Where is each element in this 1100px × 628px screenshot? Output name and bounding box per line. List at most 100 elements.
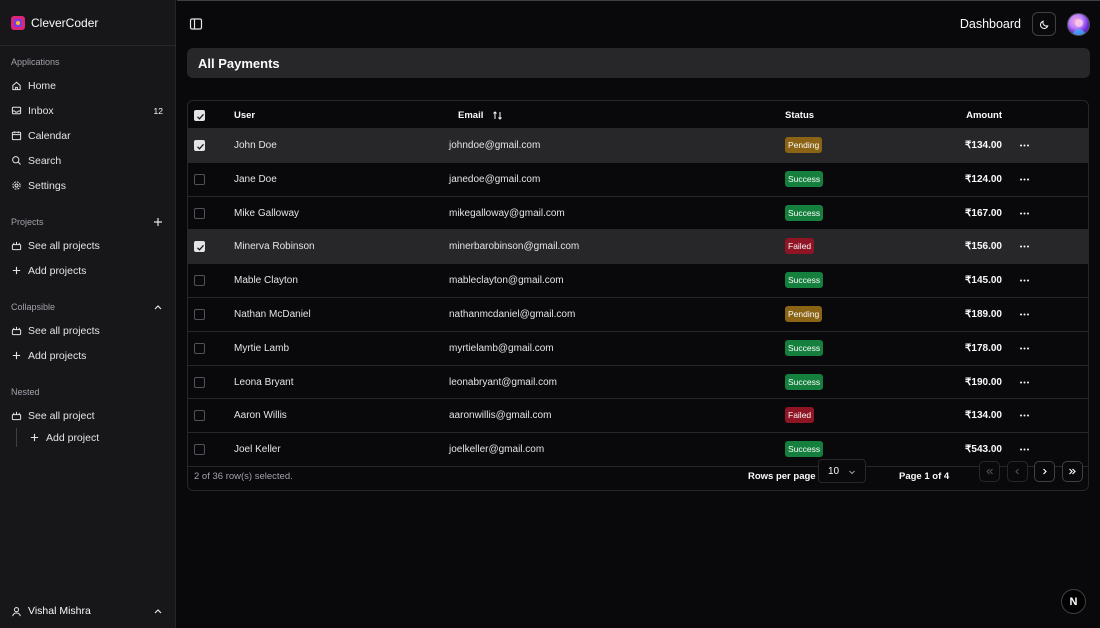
avatar[interactable] (1067, 13, 1090, 36)
table-row[interactable]: Mike Galloway mikegalloway@gmail.com Succe… (188, 197, 1088, 231)
row-checkbox[interactable] (194, 444, 205, 456)
amount-cell: ₹178.00 (965, 342, 1002, 354)
more-horizontal-icon (1020, 245, 1029, 248)
table-row[interactable]: Minerva Robinson minerbarobinson@gmail.co… (188, 230, 1088, 265)
amount-cell: ₹189.00 (965, 308, 1002, 320)
next-page-button[interactable] (1034, 461, 1055, 482)
table-row[interactable]: Aaron Willis aaronwillis@gmail.com Failed ₹… (188, 399, 1088, 434)
previous-page-button[interactable] (1007, 461, 1028, 482)
row-checkbox[interactable] (194, 207, 205, 219)
table-row[interactable]: Mable Clayton mableclayton@gmail.com Succe… (188, 264, 1088, 298)
theme-toggle-button[interactable] (1032, 12, 1056, 36)
email-cell: minerbarobinson@gmail.com (449, 241, 580, 253)
nextjs-badge-letter: N (1069, 595, 1078, 608)
nested-tree-line (16, 428, 17, 447)
projects-item-see-all-projects[interactable]: See all projects (0, 233, 175, 258)
status-badge: Success (785, 272, 824, 289)
row-checkbox[interactable] (194, 241, 205, 253)
user-cell: Leona Bryant (234, 376, 294, 388)
more-horizontal-icon (1020, 381, 1029, 384)
projects-icon (11, 241, 22, 251)
amount-cell: ₹134.00 (965, 140, 1002, 151)
row-actions-button[interactable] (1019, 174, 1030, 185)
row-actions-button[interactable] (1019, 241, 1030, 252)
table-row[interactable]: Joel Keller joelkeller@gmail.com Success ₹5… (188, 433, 1088, 467)
search-icon (12, 156, 21, 165)
column-header-email[interactable]: Email (458, 110, 483, 121)
status-badge: Success (785, 441, 824, 458)
table-header: User Email Status Amount (188, 101, 1088, 129)
brand[interactable]: CleverCoder (0, 0, 175, 46)
sidebar-toggle-icon[interactable] (189, 17, 203, 31)
applications-item-home[interactable]: Home (0, 73, 175, 98)
amount-cell: ₹543.00 (965, 444, 1002, 456)
table-row[interactable]: Leona Bryant leonabryant@gmail.com Success… (188, 366, 1088, 400)
user-cell: Minerva Robinson (234, 241, 315, 253)
row-actions-button[interactable] (1019, 208, 1030, 219)
email-cell: mableclayton@gmail.com (449, 275, 564, 287)
more-horizontal-icon (1020, 414, 1029, 417)
table-row[interactable]: Jane Doe janedoe@gmail.com Success ₹124.00 (188, 163, 1088, 197)
more-horizontal-icon (1020, 313, 1029, 316)
amount-cell: ₹145.00 (965, 275, 1002, 287)
row-actions-button[interactable] (1019, 377, 1030, 388)
row-checkbox[interactable] (194, 308, 205, 320)
select-all-checkbox[interactable] (194, 110, 205, 121)
nested-item-add-project[interactable]: Add project (0, 428, 175, 447)
calendar-icon (11, 131, 22, 141)
add-project-group-icon[interactable] (153, 217, 163, 227)
applications-item-inbox[interactable]: Inbox 12 (0, 98, 175, 123)
applications-item-settings[interactable]: Settings (0, 173, 175, 198)
user-cell: Mike Galloway (234, 207, 300, 219)
row-checkbox[interactable] (194, 173, 205, 185)
row-checkbox[interactable] (194, 410, 205, 422)
dashboard-title[interactable]: Dashboard (960, 17, 1021, 31)
email-cell: nathanmcdaniel@gmail.com (449, 308, 576, 320)
sort-icon[interactable] (492, 110, 503, 121)
user-menu[interactable]: Vishal Mishra (0, 600, 176, 622)
last-page-button[interactable] (1062, 461, 1083, 482)
rows-per-page-select[interactable]: 10 (818, 459, 866, 483)
email-cell: joelkeller@gmail.com (449, 444, 545, 456)
nav-item-label: Settings (28, 179, 66, 192)
settings-icon (12, 181, 21, 190)
status-badge: Success (785, 339, 824, 356)
row-checkbox[interactable] (194, 376, 205, 388)
nav-item-label: See all projects (28, 239, 100, 252)
column-header-status: Status (785, 110, 815, 121)
row-checkbox[interactable] (194, 275, 205, 287)
chevrons-right-icon (1069, 468, 1076, 475)
applications-item-calendar[interactable]: Calendar (0, 123, 175, 148)
nextjs-badge[interactable]: N (1061, 589, 1086, 614)
chevron-up-icon[interactable] (153, 302, 163, 312)
projects-item-add-projects[interactable]: Add projects (0, 258, 175, 283)
user-name: Vishal Mishra (28, 605, 91, 617)
row-checkbox[interactable] (194, 140, 205, 151)
group-label-nested-text: Nested (11, 387, 40, 397)
user-cell: Mable Clayton (234, 275, 298, 287)
status-badge: Failed (785, 407, 815, 424)
table-row[interactable]: John Doe johndoe@gmail.com Pending ₹134.00 (188, 129, 1088, 163)
group-label-applications: Applications (0, 51, 175, 73)
collapsible-item-add-projects[interactable]: Add projects (0, 343, 175, 368)
nested-item-see-all-project[interactable]: See all project (0, 403, 175, 428)
row-actions-button[interactable] (1019, 309, 1030, 320)
group-label-nested: Nested (0, 381, 175, 403)
row-checkbox[interactable] (194, 342, 205, 354)
applications-item-search[interactable]: Search (0, 148, 175, 173)
user-cell: Nathan McDaniel (234, 308, 311, 320)
collapsible-item-see-all-projects[interactable]: See all projects (0, 318, 175, 343)
row-actions-button[interactable] (1019, 410, 1030, 421)
row-actions-button[interactable] (1019, 343, 1030, 354)
group-label-collapsible[interactable]: Collapsible (0, 296, 175, 318)
chevron-left-icon (1015, 468, 1019, 475)
projects-list: See all projects Add projects (0, 233, 175, 283)
table-row[interactable]: Nathan McDaniel nathanmcdaniel@gmail.com P… (188, 298, 1088, 332)
row-actions-button[interactable] (1019, 140, 1030, 151)
row-actions-button[interactable] (1019, 444, 1030, 455)
topbar: Dashboard (177, 0, 1100, 46)
user-cell: John Doe (234, 140, 277, 151)
row-actions-button[interactable] (1019, 275, 1030, 286)
first-page-button[interactable] (979, 461, 1000, 482)
table-row[interactable]: Myrtie Lamb myrtielamb@gmail.com Success ₹1… (188, 332, 1088, 366)
